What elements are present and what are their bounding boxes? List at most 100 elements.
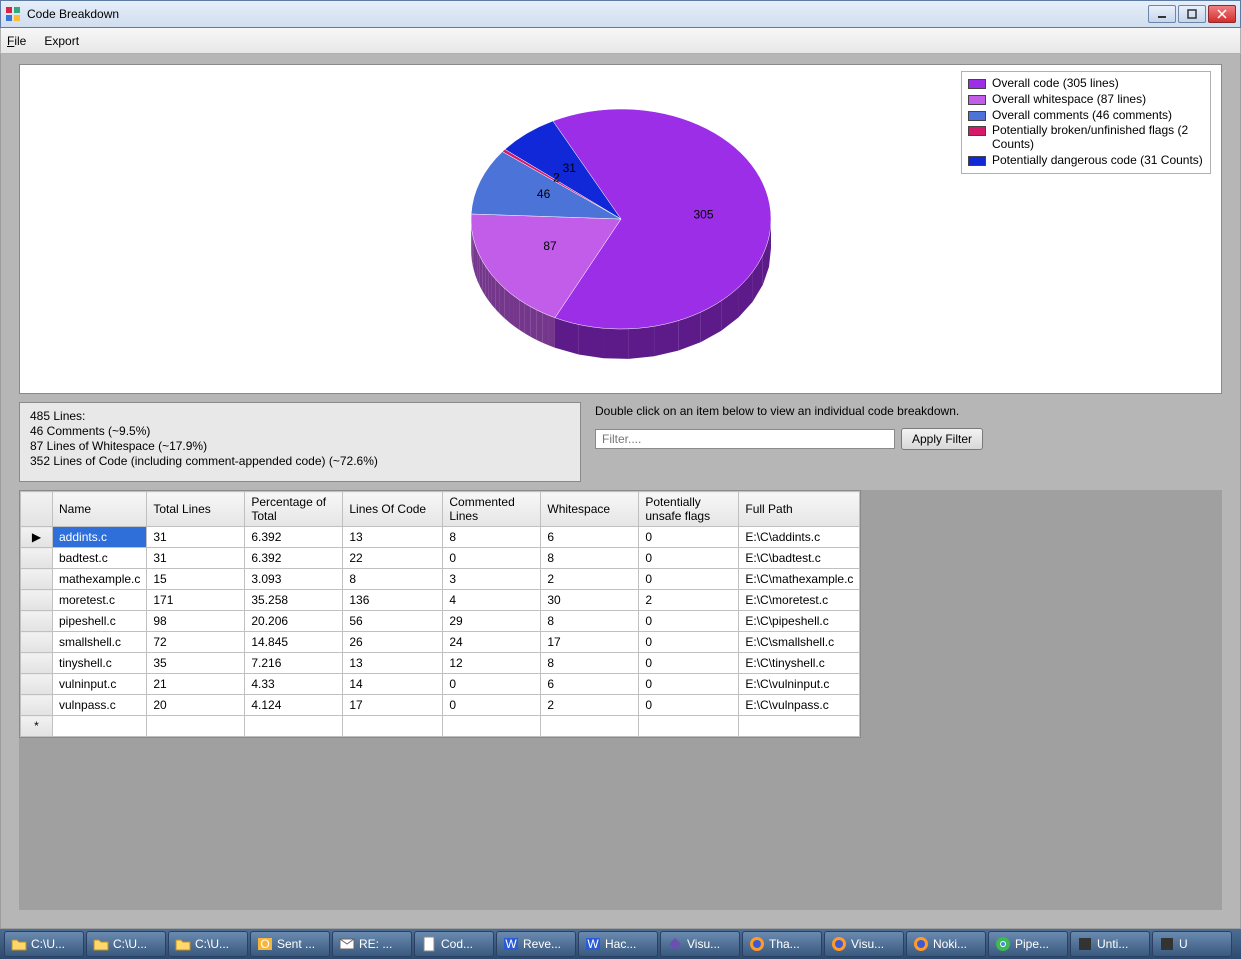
legend-swatch [968,156,986,166]
taskbar-label: Unti... [1097,937,1128,951]
taskbar-button[interactable]: Visu... [660,931,740,957]
mail-icon [339,936,355,952]
taskbar-button[interactable]: Unti... [1070,931,1150,957]
legend-swatch [968,95,986,105]
legend-label: Overall comments (46 comments) [992,109,1204,123]
firefox-icon [831,936,847,952]
pie-chart: 305 87 46231 [171,69,1071,389]
taskbar-button[interactable]: C:\U... [86,931,166,957]
word-icon: W [585,936,601,952]
table-row[interactable]: ▶addints.c316.39213860E:\C\addints.c [21,527,860,548]
window-buttons [1148,5,1236,23]
column-header[interactable]: Lines Of Code [343,492,443,527]
taskbar-label: C:\U... [113,937,147,951]
firefox-icon [913,936,929,952]
app-icon [5,6,21,22]
folder-icon [11,936,27,952]
taskbar-label: Noki... [933,937,967,951]
taskbar-button[interactable]: Tha... [742,931,822,957]
taskbar-button[interactable]: WReve... [496,931,576,957]
table-row[interactable]: mathexample.c153.0938320E:\C\mathexample… [21,569,860,590]
taskbar-button[interactable]: C:\U... [4,931,84,957]
window-title: Code Breakdown [27,7,1148,21]
folder-icon [93,936,109,952]
taskbar[interactable]: C:\U... C:\U... C:\U... OSent ... RE: ... Cod… [0,929,1241,959]
legend-swatch [968,79,986,89]
menubar: File Export [0,28,1241,54]
column-header[interactable]: Potentially unsafe flags [639,492,739,527]
table-row[interactable]: moretest.c17135.2581364302E:\C\moretest.… [21,590,860,611]
menu-export[interactable]: Export [44,34,79,48]
apply-filter-button[interactable]: Apply Filter [901,428,983,450]
legend-label: Overall whitespace (87 lines) [992,93,1204,107]
svg-text:46: 46 [536,187,550,201]
taskbar-button[interactable]: C:\U... [168,931,248,957]
table-row[interactable]: badtest.c316.39222080E:\C\badtest.c [21,548,860,569]
taskbar-label: C:\U... [31,937,65,951]
column-header[interactable]: Total Lines [147,492,245,527]
taskbar-button[interactable]: RE: ... [332,931,412,957]
doc-icon [421,936,437,952]
legend-label: Potentially broken/unfinished flags (2 C… [992,124,1204,152]
chrome-icon [995,936,1011,952]
column-header[interactable]: Commented Lines [443,492,541,527]
column-header[interactable]: Percentage of Total [245,492,343,527]
menu-file[interactable]: File [7,34,26,48]
table-row[interactable]: pipeshell.c9820.206562980E:\C\pipeshell.… [21,611,860,632]
table-row[interactable]: vulnpass.c204.12417020E:\C\vulnpass.c [21,695,860,716]
titlebar[interactable]: Code Breakdown [0,0,1241,28]
client-area: 3058746231 Overall code (305 lines)Overa… [0,54,1241,929]
legend-item: Potentially broken/unfinished flags (2 C… [968,123,1204,153]
column-header[interactable]: Full Path [739,492,860,527]
word-icon: W [503,936,519,952]
legend-label: Overall code (305 lines) [992,77,1204,91]
taskbar-button[interactable]: Pipe... [988,931,1068,957]
svg-text:W: W [587,937,599,951]
taskbar-button[interactable]: OSent ... [250,931,330,957]
svg-text:87: 87 [543,239,557,253]
chart-legend: Overall code (305 lines) Overall whitespa… [961,71,1211,174]
app-window: Code Breakdown File Export 305 87 46231 Ov… [0,0,1241,929]
outlook-icon: O [257,936,273,952]
grid-panel: NameTotal LinesPercentage of TotalLines … [19,490,1222,910]
taskbar-button[interactable]: Noki... [906,931,986,957]
data-grid[interactable]: NameTotal LinesPercentage of TotalLines … [20,491,860,737]
taskbar-label: Pipe... [1015,937,1049,951]
svg-text:305: 305 [693,208,713,222]
app-icon [1077,936,1093,952]
column-header[interactable]: Name [53,492,147,527]
stats-panel: 485 Lines: 46 Comments (~9.5%) 87 Lines … [19,402,581,482]
maximize-button[interactable] [1178,5,1206,23]
vs-icon [667,936,683,952]
close-button[interactable] [1208,5,1236,23]
taskbar-button[interactable]: WHac... [578,931,658,957]
legend-item: Potentially dangerous code (31 Counts) [968,153,1204,169]
app-icon [1159,936,1175,952]
filter-panel: Double click on an item below to view an… [591,402,1222,482]
chart-panel: 3058746231 Overall code (305 lines)Overa… [19,64,1222,394]
svg-text:W: W [505,937,517,951]
filter-hint: Double click on an item below to view an… [595,404,1218,418]
taskbar-label: C:\U... [195,937,229,951]
legend-item: Overall comments (46 comments) [968,108,1204,124]
table-row[interactable]: vulninput.c214.3314060E:\C\vulninput.c [21,674,860,695]
filter-input[interactable] [595,429,895,449]
table-row[interactable]: tinyshell.c357.216131280E:\C\tinyshell.c [21,653,860,674]
taskbar-button[interactable]: Cod... [414,931,494,957]
column-header[interactable]: Whitespace [541,492,639,527]
svg-text:31: 31 [562,161,576,175]
taskbar-label: RE: ... [359,937,392,951]
svg-text:O: O [260,937,269,951]
taskbar-label: U [1179,937,1188,951]
minimize-button[interactable] [1148,5,1176,23]
firefox-icon [749,936,765,952]
table-row[interactable]: smallshell.c7214.8452624170E:\C\smallshe… [21,632,860,653]
legend-item: Overall code (305 lines) [968,76,1204,92]
taskbar-button[interactable]: Visu... [824,931,904,957]
svg-text:2: 2 [553,170,560,184]
taskbar-button[interactable]: U [1152,931,1232,957]
stats-line: 46 Comments (~9.5%) [30,424,570,439]
taskbar-label: Cod... [441,937,473,951]
legend-label: Potentially dangerous code (31 Counts) [992,154,1204,168]
new-row[interactable]: * [21,716,860,737]
